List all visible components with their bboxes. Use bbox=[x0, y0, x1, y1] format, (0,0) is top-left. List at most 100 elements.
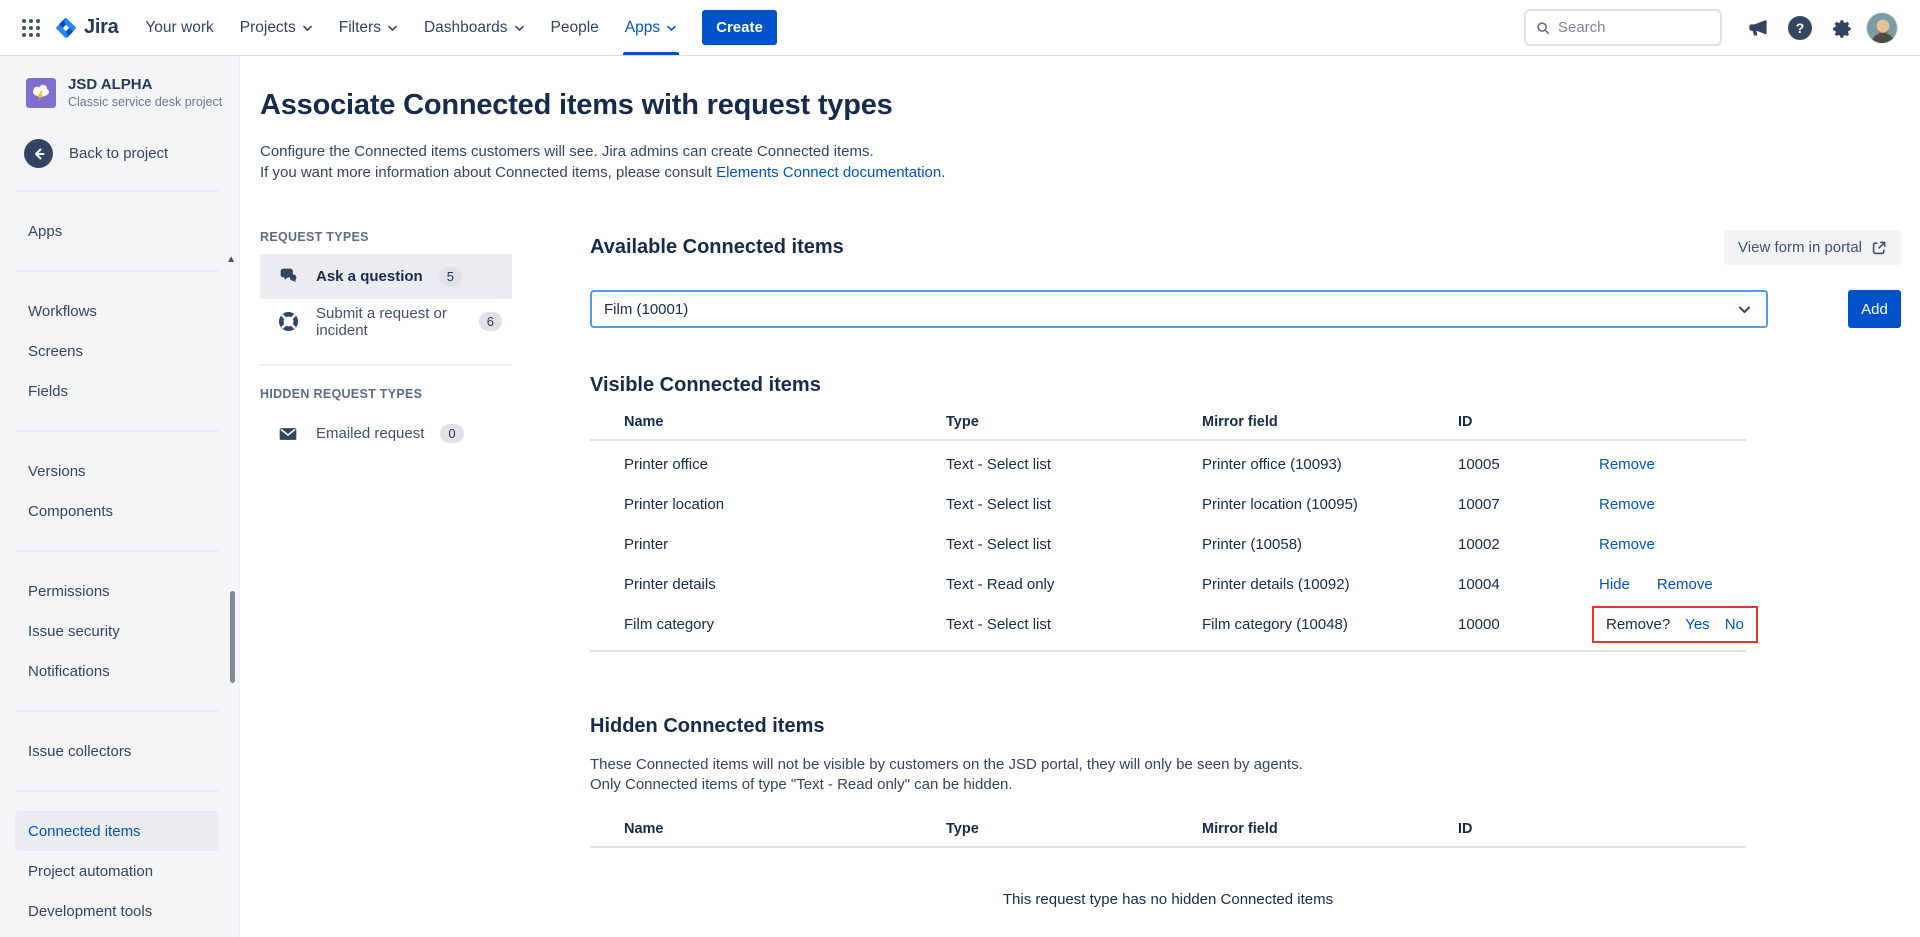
cell-id: 10000 bbox=[1458, 616, 1591, 633]
hide-link[interactable]: Hide bbox=[1599, 576, 1630, 593]
sidebar-item-project-automation[interactable]: Project automation bbox=[15, 851, 219, 891]
sidebar-item-development-tools[interactable]: Development tools bbox=[15, 891, 219, 931]
sidebar-item-connected-items[interactable]: Connected items bbox=[15, 811, 219, 851]
announcement-icon[interactable] bbox=[1740, 10, 1776, 46]
connected-items-panel: Available Connected items View form in p… bbox=[590, 230, 1901, 937]
search-icon bbox=[1536, 20, 1550, 36]
back-to-project[interactable]: Back to project bbox=[0, 139, 239, 168]
hidden-items-section: Hidden Connected items These Connected i… bbox=[590, 715, 1901, 908]
table-row: Printer locationText - Select listPrinte… bbox=[590, 484, 1746, 524]
cell-id: 10004 bbox=[1458, 576, 1591, 593]
sidebar-item-components[interactable]: Components bbox=[15, 491, 219, 531]
column-header: ID bbox=[1458, 821, 1591, 837]
remove-confirmation-box: Remove? Yes No bbox=[1592, 606, 1758, 643]
sidebar-item-apps[interactable]: Apps bbox=[15, 211, 219, 251]
nav-item-your-work[interactable]: Your work bbox=[132, 0, 226, 55]
remove-link[interactable]: Remove bbox=[1599, 456, 1655, 473]
cell-mirror-field: Film category (10048) bbox=[1202, 616, 1458, 633]
primary-nav: Your workProjectsFiltersDashboardsPeople… bbox=[132, 0, 690, 55]
remove-link[interactable]: Remove bbox=[1599, 496, 1655, 513]
row-actions: Remove bbox=[1591, 496, 1746, 513]
user-avatar[interactable] bbox=[1866, 12, 1898, 44]
cell-mirror-field: Printer details (10092) bbox=[1202, 576, 1458, 593]
request-type-ask-a-question[interactable]: Ask a question5 bbox=[260, 254, 512, 299]
sidebar-group: VersionsComponents bbox=[15, 430, 219, 540]
request-type-emailed-request[interactable]: Emailed request0 bbox=[260, 411, 512, 456]
global-search[interactable] bbox=[1524, 9, 1722, 46]
project-sidebar: JSD ALPHA Classic service desk project B… bbox=[0, 56, 240, 937]
table-row: Printer detailsText - Read onlyPrinter d… bbox=[590, 564, 1746, 604]
settings-gear-icon[interactable] bbox=[1824, 10, 1860, 46]
hidden-request-types-heading: HIDDEN REQUEST TYPES bbox=[260, 387, 512, 401]
cell-name: Printer location bbox=[624, 496, 946, 513]
remove-link[interactable]: Remove bbox=[1657, 576, 1713, 593]
sidebar-item-notifications[interactable]: Notifications bbox=[15, 651, 219, 691]
hidden-items-heading: Hidden Connected items bbox=[590, 715, 1901, 738]
cell-name: Film category bbox=[624, 616, 946, 633]
column-header: Type bbox=[946, 821, 1202, 837]
chevron-down-icon bbox=[1737, 302, 1752, 317]
remove-question-label: Remove? bbox=[1606, 616, 1670, 633]
brand-name: Jira bbox=[84, 16, 118, 39]
back-to-project-label: Back to project bbox=[69, 145, 168, 162]
nav-item-projects[interactable]: Projects bbox=[227, 0, 326, 55]
sidebar-group: Issue collectors bbox=[15, 710, 219, 780]
request-type-count-badge: 0 bbox=[440, 424, 463, 443]
cell-id: 10005 bbox=[1458, 456, 1591, 473]
column-header: Name bbox=[624, 414, 946, 430]
column-header: Name bbox=[624, 821, 946, 837]
connected-item-select[interactable]: Film (10001) bbox=[590, 290, 1768, 328]
sidebar-item-fields[interactable]: Fields bbox=[15, 371, 219, 411]
selected-value: Film (10001) bbox=[604, 301, 688, 318]
visible-items-heading: Visible Connected items bbox=[590, 374, 1901, 397]
sidebar-group: Connected itemsProject automationDevelop… bbox=[15, 790, 219, 937]
create-button[interactable]: Create bbox=[702, 10, 777, 45]
row-actions: Remove? Yes No bbox=[1591, 606, 1758, 643]
add-button[interactable]: Add bbox=[1848, 290, 1901, 328]
visible-items-table: NameTypeMirror fieldID Printer officeTex… bbox=[590, 414, 1746, 652]
top-nav: Jira Your workProjectsFiltersDashboardsP… bbox=[0, 0, 1920, 56]
search-input[interactable] bbox=[1558, 19, 1710, 36]
main-content: Associate Connected items with request t… bbox=[240, 56, 1920, 937]
sidebar-item-issue-collectors[interactable]: Issue collectors bbox=[15, 731, 219, 771]
sidebar-scrollbar-thumb[interactable] bbox=[230, 591, 235, 683]
jira-logo[interactable]: Jira bbox=[48, 16, 132, 40]
row-actions: Hide Remove bbox=[1591, 576, 1746, 593]
sidebar-group: Apps bbox=[15, 202, 219, 260]
table-row: Printer officeText - Select listPrinter … bbox=[590, 444, 1746, 484]
page-title: Associate Connected items with request t… bbox=[260, 89, 1901, 122]
column-header: Type bbox=[946, 414, 1202, 430]
remove-link[interactable]: Remove bbox=[1599, 536, 1655, 553]
sidebar-item-versions[interactable]: Versions bbox=[15, 451, 219, 491]
nav-item-apps[interactable]: Apps bbox=[612, 0, 690, 55]
cell-name: Printer office bbox=[624, 456, 946, 473]
cell-type: Text - Select list bbox=[946, 536, 1202, 553]
nav-item-dashboards[interactable]: Dashboards bbox=[411, 0, 538, 55]
nav-item-people[interactable]: People bbox=[538, 0, 612, 55]
sidebar-item-permissions[interactable]: Permissions bbox=[15, 571, 219, 611]
sidebar-item-issue-security[interactable]: Issue security bbox=[15, 611, 219, 651]
app-switcher-icon[interactable] bbox=[14, 11, 48, 45]
column-header: Mirror field bbox=[1202, 821, 1458, 837]
svg-text:?: ? bbox=[1796, 20, 1805, 36]
confirm-no-link[interactable]: No bbox=[1725, 616, 1744, 633]
page-description: Configure the Connected items customers … bbox=[260, 141, 1901, 183]
speech-bubbles-icon bbox=[276, 266, 300, 287]
row-actions: Remove bbox=[1591, 536, 1746, 553]
row-actions: Remove bbox=[1591, 456, 1746, 473]
sidebar-item-workflows[interactable]: Workflows bbox=[15, 291, 219, 331]
back-arrow-icon bbox=[24, 139, 53, 168]
hidden-items-empty-state: This request type has no hidden Connecte… bbox=[590, 891, 1746, 908]
confirm-yes-link[interactable]: Yes bbox=[1685, 616, 1709, 633]
elements-connect-docs-link[interactable]: Elements Connect documentation bbox=[716, 164, 941, 181]
request-type-submit-a-request-or-incident[interactable]: Submit a request or incident6 bbox=[260, 299, 512, 344]
sidebar-item-screens[interactable]: Screens bbox=[15, 331, 219, 371]
view-form-in-portal-button[interactable]: View form in portal bbox=[1724, 230, 1901, 265]
column-header: Mirror field bbox=[1202, 414, 1458, 430]
help-icon[interactable]: ? bbox=[1782, 10, 1818, 46]
nav-item-filters[interactable]: Filters bbox=[326, 0, 411, 55]
cell-name: Printer details bbox=[624, 576, 946, 593]
request-types-panel: REQUEST TYPES Ask a question5Submit a re… bbox=[260, 230, 512, 937]
sidebar-scroll-up-icon[interactable]: ▲ bbox=[226, 254, 236, 265]
sidebar-group: WorkflowsScreensFields bbox=[15, 270, 219, 420]
